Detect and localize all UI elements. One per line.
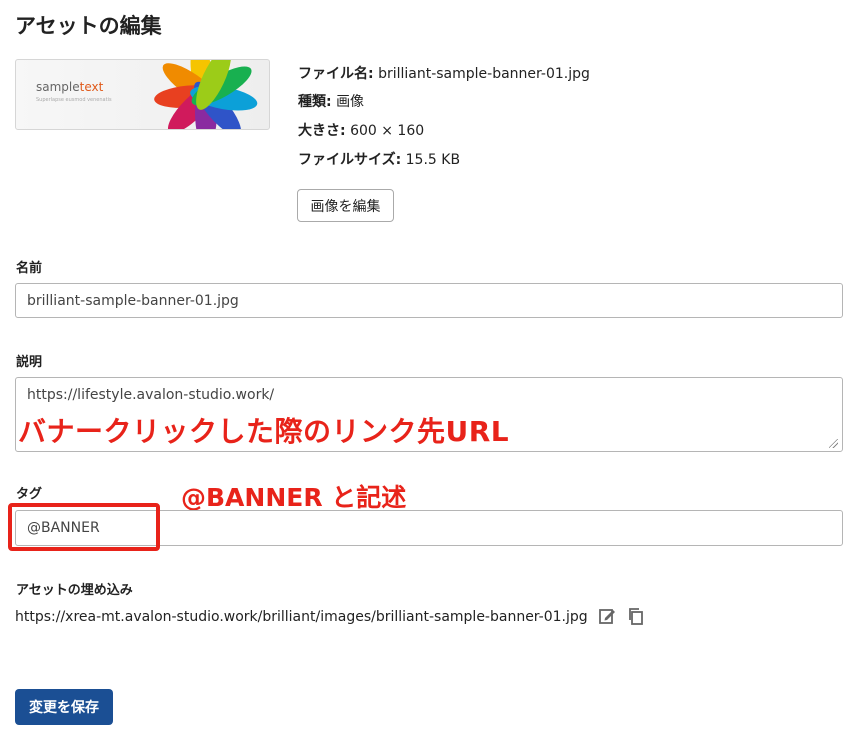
meta-dimensions: 大きさ: 600 × 160 xyxy=(298,123,425,139)
thumbnail-brand: sampletext xyxy=(36,80,104,94)
tag-highlight-box xyxy=(8,503,160,551)
edit-icon[interactable] xyxy=(598,607,616,625)
meta-filesize: ファイルサイズ: 15.5 KB xyxy=(298,152,461,168)
resize-handle[interactable] xyxy=(829,439,838,448)
embed-label: アセットの埋め込み xyxy=(16,583,133,598)
meta-filename: ファイル名: brilliant-sample-banner-01.jpg xyxy=(298,66,590,82)
embed-url: https://xrea-mt.avalon-studio.work/brill… xyxy=(15,607,645,625)
name-field[interactable]: brilliant-sample-banner-01.jpg xyxy=(15,283,843,318)
tag-label: タグ xyxy=(16,487,43,502)
thumbnail-tagline: Superlapse eusmod venenatis xyxy=(36,97,112,103)
save-button[interactable]: 変更を保存 xyxy=(15,689,113,725)
description-label: 説明 xyxy=(16,355,43,370)
tag-annotation: @BANNER と記述 xyxy=(181,483,407,512)
meta-type: 種類: 画像 xyxy=(298,94,365,110)
description-value: https://lifestyle.avalon-studio.work/ xyxy=(27,387,275,403)
asset-thumbnail: sampletext Superlapse eusmod venenatis xyxy=(15,59,270,130)
copy-icon[interactable] xyxy=(627,607,645,625)
page-title: アセットの編集 xyxy=(15,14,162,38)
flower-graphic xyxy=(154,60,258,129)
description-annotation: バナークリックした際のリンク先URL xyxy=(18,415,510,448)
edit-image-button[interactable]: 画像を編集 xyxy=(297,189,394,222)
name-label: 名前 xyxy=(16,261,43,276)
